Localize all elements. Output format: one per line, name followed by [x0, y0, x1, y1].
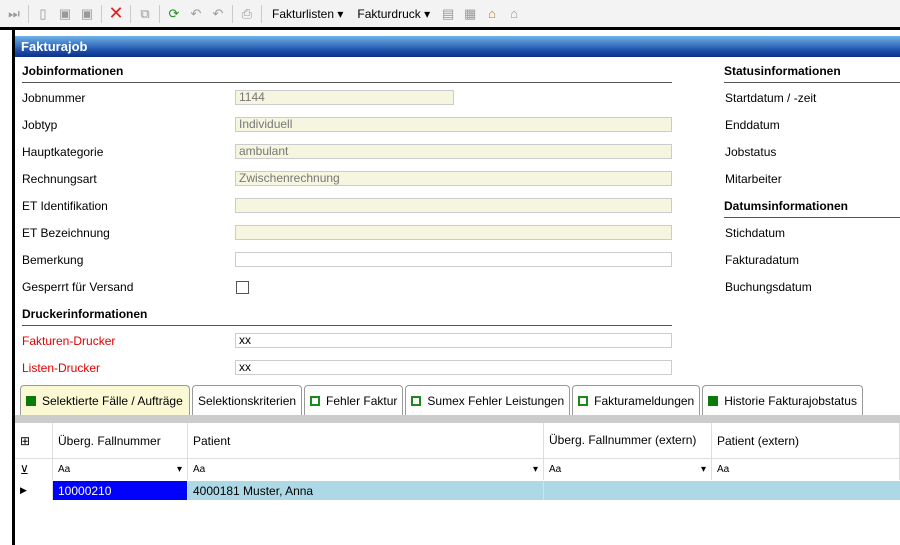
undo-icon[interactable]: ↶ — [188, 6, 204, 22]
filter-label: Aa — [717, 464, 730, 475]
tab-selected-cases[interactable]: Selektierte Fälle / Aufträge — [20, 385, 190, 415]
column-header-patient[interactable]: Patient — [188, 423, 544, 459]
locked-checkbox[interactable] — [236, 281, 249, 294]
field-input[interactable]: ambulant — [235, 144, 672, 159]
tab-strip — [15, 415, 900, 423]
save-icon[interactable]: ▣ — [57, 6, 73, 22]
cases-grid: ⊞ Überg. Fallnummer Patient Überg. Falln… — [15, 423, 900, 545]
header-label: Patient — [193, 433, 231, 448]
list-printer-label: Listen-Drucker — [22, 361, 101, 375]
field-input[interactable]: 1144 — [235, 90, 454, 105]
tab-label: Fakturameldungen — [594, 393, 695, 408]
filter-fallnummer-extern[interactable]: Aa ▾ — [544, 459, 712, 480]
column-header-patient-extern[interactable]: Patient (extern) — [712, 423, 900, 459]
status-square-icon — [26, 395, 36, 406]
status-end: Enddatum — [725, 118, 780, 132]
tab-label: Selektionskriterien — [198, 393, 297, 408]
field-label: Jobtyp — [22, 118, 58, 132]
new-document-icon[interactable]: ▯ — [35, 6, 51, 22]
table-row[interactable]: 10000210 4000181 Muster, Anna — [53, 481, 900, 500]
printer-section-heading: Druckerinformationen — [22, 307, 672, 326]
tab-invoice-messages[interactable]: Fakturameldungen — [572, 385, 701, 415]
filter-label: Aa — [549, 464, 562, 475]
field-input[interactable]: Individuell — [235, 117, 672, 132]
tab-invoice-errors[interactable]: Fehler Faktur — [304, 385, 404, 415]
dropdown-icon: ▾ — [700, 464, 706, 475]
cell-fallnummer[interactable]: 10000210 — [53, 481, 188, 500]
fakturlisten-label: Fakturlisten — [272, 6, 335, 21]
row-indicator-icon: ▶ — [15, 481, 53, 500]
header-label: Patient (extern) — [717, 433, 800, 448]
tab-label: Fehler Faktur — [326, 393, 398, 408]
header-label: Überg. Fallnummer — [58, 433, 161, 448]
tab-sumex-errors[interactable]: Sumex Fehler Leistungen — [405, 385, 571, 415]
date-section-heading: Datumsinformationen — [724, 199, 900, 218]
field-label: Hauptkategorie — [22, 145, 104, 159]
status-jobstatus: Jobstatus — [725, 145, 777, 159]
status-square-icon — [310, 395, 321, 406]
status-section-heading: Statusinformationen — [724, 64, 900, 83]
field-input[interactable]: Zwischenrechnung — [235, 171, 672, 186]
column-chooser-icon[interactable]: ⊞ — [15, 423, 53, 459]
field-label: Bemerkung — [22, 253, 84, 267]
filter-icon[interactable]: ⊻ — [15, 459, 53, 480]
field-input[interactable] — [235, 252, 672, 267]
delete-icon[interactable]: ✕ — [108, 3, 124, 23]
home-disabled-icon[interactable]: ⌂ — [506, 6, 522, 22]
filter-label: Aa — [58, 464, 71, 475]
dropdown-icon: ▾ — [532, 464, 538, 475]
dropdown-icon: ▾ — [176, 464, 182, 475]
locked-label: Gesperrt für Versand — [22, 280, 134, 294]
status-square-icon — [578, 395, 589, 406]
preview-icon[interactable]: ⎙ — [239, 6, 255, 22]
tab-label: Selektierte Fälle / Aufträge — [42, 393, 183, 408]
home-icon[interactable]: ⌂ — [484, 6, 500, 22]
cell-patient[interactable]: 4000181 Muster, Anna — [188, 481, 544, 500]
date-fakturadatum: Fakturadatum — [725, 253, 800, 267]
list-icon[interactable]: ▤ — [440, 6, 456, 22]
invoice-printer-input[interactable]: xx — [235, 333, 672, 348]
header-label: Überg. Fallnummer (extern) — [549, 433, 697, 447]
save-all-icon[interactable]: ▣ — [79, 6, 95, 22]
tab-selection-criteria[interactable]: Selektionskriterien — [192, 385, 303, 415]
filter-label: Aa — [193, 464, 206, 475]
status-square-icon — [708, 395, 719, 406]
last-record-icon[interactable]: ⏭ — [6, 6, 22, 22]
toolbar: ⏭ ▯ ▣ ▣ ✕ ⧉ ⟳ ↶ ↶ ⎙ Fakturlisten ▾ Faktu… — [0, 0, 900, 30]
copy-icon[interactable]: ⧉ — [137, 6, 153, 22]
filter-patient[interactable]: Aa ▾ — [188, 459, 544, 480]
grid-icon[interactable]: ▦ — [462, 6, 478, 22]
tab-bar: Selektierte Fälle / Aufträge Selektionsk… — [20, 385, 863, 415]
status-square-icon — [411, 395, 422, 406]
fakturdruck-label: Fakturdruck — [357, 6, 421, 21]
field-input[interactable] — [235, 198, 672, 213]
column-header-fallnummer[interactable]: Überg. Fallnummer — [53, 423, 188, 459]
window-title: Fakturajob — [15, 36, 900, 57]
column-header-fallnummer-extern[interactable]: Überg. Fallnummer (extern) — [544, 423, 712, 459]
date-buchungsdatum: Buchungsdatum — [725, 280, 812, 294]
status-employee: Mitarbeiter — [725, 172, 782, 186]
refresh-icon[interactable]: ⟳ — [166, 6, 182, 22]
field-label: ET Bezeichnung — [22, 226, 110, 240]
filter-patient-extern[interactable]: Aa — [712, 459, 900, 480]
job-section-heading: Jobinformationen — [22, 64, 672, 83]
field-input[interactable] — [235, 225, 672, 240]
tab-history[interactable]: Historie Fakturajobstatus — [702, 385, 863, 415]
field-label: Jobnummer — [22, 91, 86, 105]
list-printer-input[interactable]: xx — [235, 360, 672, 375]
tab-label: Sumex Fehler Leistungen — [427, 393, 565, 408]
undo-all-icon[interactable]: ↶ — [210, 6, 226, 22]
tab-label: Historie Fakturajobstatus — [724, 393, 857, 408]
invoice-printer-label: Fakturen-Drucker — [22, 334, 116, 348]
filter-fallnummer[interactable]: Aa ▾ — [53, 459, 188, 480]
date-stichdatum: Stichdatum — [725, 226, 786, 240]
fakturlisten-menu[interactable]: Fakturlisten ▾ — [268, 7, 347, 21]
fakturdruck-menu[interactable]: Fakturdruck ▾ — [353, 7, 434, 21]
status-start: Startdatum / -zeit — [725, 91, 817, 105]
field-label: ET Identifikation — [22, 199, 108, 213]
field-label: Rechnungsart — [22, 172, 97, 186]
